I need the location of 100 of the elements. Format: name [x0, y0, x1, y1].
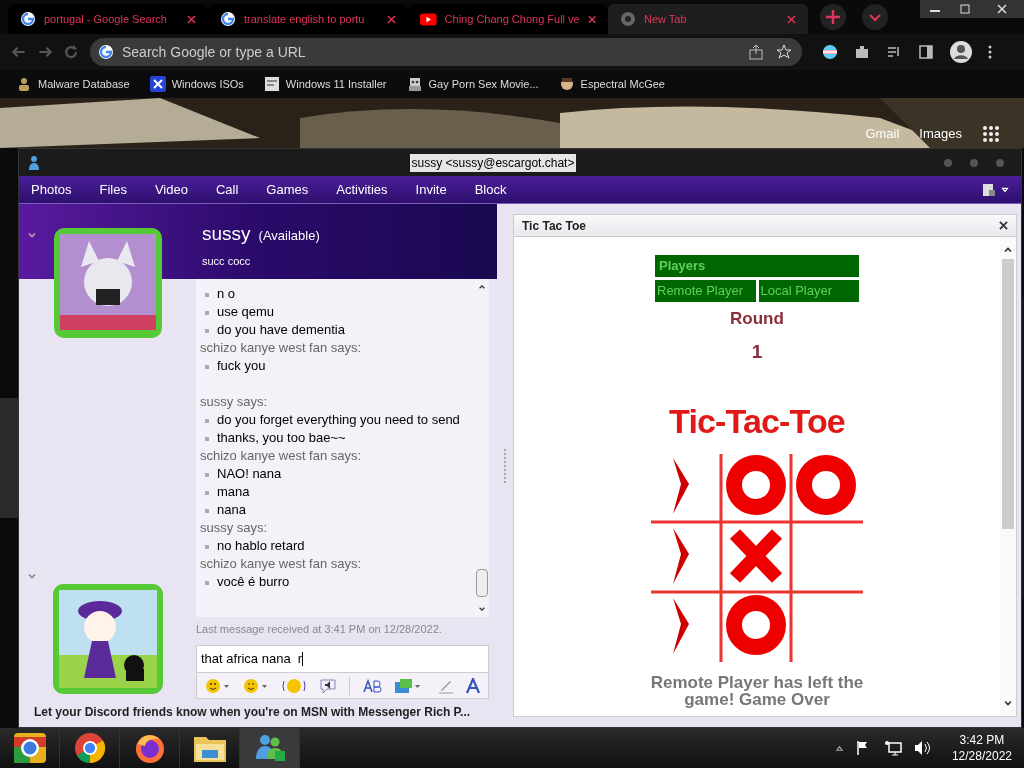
menu-item[interactable]: Games — [266, 179, 309, 200]
x-icon — [149, 76, 166, 92]
google-icon — [220, 11, 236, 27]
star-icon[interactable] — [776, 44, 792, 60]
footer-tip[interactable]: Let your Discord friends know when you're on MSN with Messenger Rich P... — [19, 703, 497, 727]
close-icon[interactable] — [387, 14, 396, 24]
bookmark-label: Malware Database — [38, 76, 130, 92]
personal-message: succ cocc — [202, 253, 252, 269]
chat-message: do you forget everything you need to send — [217, 411, 460, 429]
chevron-down-icon[interactable] — [862, 4, 888, 30]
menu-item[interactable]: Activities — [336, 179, 388, 200]
menu-item[interactable]: Invite — [415, 179, 447, 200]
browser-icon[interactable] — [12, 732, 47, 764]
page-link[interactable]: Images — [919, 124, 962, 144]
bookmark[interactable]: Windows ISOs — [149, 75, 244, 93]
scroll-thumb[interactable] — [1002, 259, 1014, 529]
flag-icon[interactable] — [822, 44, 838, 60]
message-input[interactable]: that africa nana r — [196, 645, 489, 673]
speaker-bubble-icon[interactable] — [319, 677, 337, 694]
font-icon[interactable] — [362, 677, 382, 694]
address-field[interactable]: Search Google or type a URL — [90, 38, 802, 66]
caret-icon[interactable] — [1001, 185, 1009, 194]
bookmark[interactable]: Windows 11 Installer — [263, 75, 387, 93]
emoticon-icon[interactable] — [205, 677, 231, 694]
chat-message: thanks, you too bae~~ — [217, 429, 346, 447]
bookmark-label: Gay Porn Sex Movie... — [428, 76, 539, 92]
close-icon[interactable] — [187, 14, 196, 24]
collapse-icon[interactable] — [27, 571, 37, 581]
game-board[interactable] — [651, 452, 863, 664]
minimize-icon[interactable] — [920, 0, 950, 18]
close-icon[interactable] — [980, 0, 1024, 18]
avatar-icon[interactable] — [950, 41, 972, 63]
more-icon[interactable] — [988, 44, 992, 60]
chat-message: no hablo retard — [217, 537, 305, 555]
game-status-message: Remote Player has left the game! Game Over — [649, 674, 865, 708]
scroll-up-icon[interactable] — [1003, 245, 1013, 255]
face-icon — [558, 76, 575, 92]
clock-date[interactable]: 12/28/2022 — [951, 748, 1012, 764]
chat-message: você é burro — [217, 573, 290, 591]
scroll-up-icon[interactable] — [478, 283, 486, 291]
play-icon — [420, 12, 437, 26]
chat-message: fuck you — [217, 357, 266, 375]
scroll-thumb[interactable] — [476, 568, 488, 597]
bookmark-label: Windows ISOs — [171, 76, 244, 92]
google-icon — [98, 44, 114, 60]
chrome-icon[interactable] — [73, 732, 106, 764]
globe-icon — [620, 11, 636, 27]
bookmark[interactable]: Malware Database — [16, 75, 130, 93]
clock-time[interactable]: 3:42 PM — [959, 732, 1005, 748]
apps-grid-icon[interactable] — [982, 124, 1000, 143]
plus-icon[interactable] — [820, 4, 846, 30]
sender-label: schizo kanye west fan says: — [200, 339, 363, 357]
game-logo: Tic-Tac-Toe — [669, 404, 845, 438]
close-icon[interactable] — [999, 221, 1008, 230]
volume-icon[interactable] — [913, 740, 932, 756]
contact-name: sussy — [202, 222, 251, 246]
chat-message: do you have dementia — [217, 321, 345, 339]
browser-tab[interactable]: New Tab — [608, 4, 808, 34]
menu-item[interactable]: Photos — [31, 179, 72, 200]
bookmark[interactable]: Espectral McGee — [558, 75, 665, 93]
browser-tab[interactable]: portugal - Google Search — [8, 4, 208, 34]
menu-item[interactable]: Files — [99, 179, 127, 200]
sender-label: sussy says: — [200, 519, 269, 537]
chat-message: mana — [217, 483, 250, 501]
sender-label: sussy says: — [200, 393, 269, 411]
player-name: Local Player — [758, 280, 859, 302]
scroll-down-icon[interactable] — [1003, 698, 1013, 708]
show-hidden-icon[interactable] — [834, 743, 844, 753]
menu-item[interactable]: Call — [215, 179, 239, 200]
bookmark-label: Espectral McGee — [580, 76, 665, 92]
players-header: Players — [655, 255, 859, 277]
wink-icon[interactable] — [243, 677, 269, 694]
collapse-icon[interactable] — [27, 230, 37, 240]
contact-status: (Available) — [258, 227, 320, 245]
menu-item[interactable]: Video — [154, 179, 188, 200]
background-icon[interactable] — [394, 677, 422, 694]
tab-title: translate english to portu — [244, 11, 366, 27]
bookmark[interactable]: Gay Porn Sex Movie... — [406, 75, 539, 93]
share-icon[interactable] — [748, 44, 764, 60]
forward-icon[interactable] — [38, 45, 52, 59]
player-name: Remote Player — [655, 280, 756, 302]
firefox-icon[interactable] — [133, 732, 166, 764]
menu-item[interactable]: Block — [474, 179, 507, 200]
layout-icon[interactable] — [981, 181, 997, 198]
back-icon[interactable] — [12, 45, 26, 59]
network-icon[interactable] — [883, 740, 902, 756]
bookmark-label: Windows 11 Installer — [285, 76, 387, 92]
chat-message: n o — [217, 285, 236, 303]
nudge-icon[interactable] — [281, 677, 307, 694]
sidebar-icon[interactable] — [918, 44, 934, 60]
robot-icon — [406, 76, 423, 92]
puzzle-icon[interactable] — [854, 44, 870, 60]
round-label: Round — [730, 308, 784, 330]
browser-tab[interactable]: Ching Chang Chong Full ve — [408, 4, 608, 34]
reload-icon[interactable] — [64, 45, 78, 59]
browser-tab[interactable]: translate english to portu — [208, 4, 408, 34]
text-color-icon[interactable] — [466, 677, 480, 694]
music-icon[interactable] — [886, 44, 902, 60]
window-title: sussy <sussy@escargot.chat> — [409, 153, 577, 172]
sender-label: schizo kanye west fan says: — [200, 447, 363, 465]
